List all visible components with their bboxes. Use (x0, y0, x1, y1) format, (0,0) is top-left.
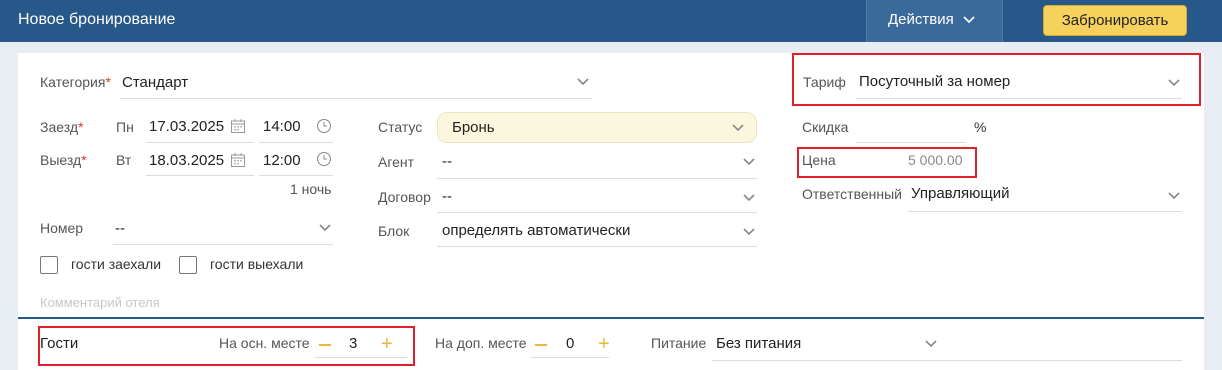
chevron-down-icon[interactable] (1167, 78, 1181, 88)
guests-bar: Гости На осн. месте 3 + На доп. месте 0 … (18, 317, 1204, 370)
extra-place-label: На доп. месте (435, 335, 527, 351)
plus-icon[interactable]: + (598, 334, 610, 354)
calendar-icon[interactable] (230, 152, 246, 168)
contract-label: Договор (378, 189, 431, 205)
minus-icon[interactable] (535, 344, 547, 346)
checkout-label: Выезд* (40, 152, 87, 168)
checkin-date-input[interactable]: 17.03.2025 (149, 118, 224, 135)
status-value: Бронь (452, 119, 495, 136)
extra-place-value[interactable]: 0 (566, 335, 574, 352)
price-label: Цена (802, 152, 836, 168)
guests-label: Гости (40, 335, 79, 352)
guests-checked-in-label: гости заехали (71, 256, 162, 272)
calendar-icon[interactable] (230, 118, 246, 134)
checkin-time-input[interactable]: 14:00 (263, 118, 301, 135)
meals-label: Питание (651, 335, 707, 351)
discount-label: Скидка (802, 119, 849, 135)
chevron-down-icon[interactable] (742, 193, 756, 203)
checkin-weekday: Пн (116, 119, 134, 135)
plus-icon[interactable]: + (381, 334, 393, 354)
chevron-down-icon[interactable] (576, 77, 590, 87)
status-select[interactable]: Бронь (437, 112, 757, 143)
status-label: Статус (378, 119, 423, 135)
room-select[interactable]: -- (115, 220, 125, 237)
actions-label: Действия (888, 11, 954, 28)
chevron-down-icon[interactable] (1167, 191, 1181, 201)
chevron-down-icon[interactable] (924, 339, 938, 349)
hotel-comment-input[interactable]: Комментарий отеля (40, 295, 160, 310)
main-place-label: На осн. месте (219, 335, 310, 351)
block-select[interactable]: определять автоматически (442, 222, 630, 239)
page-title: Новое бронирование (18, 11, 176, 28)
book-button[interactable]: Забронировать (1043, 5, 1187, 36)
responsible-select[interactable]: Управляющий (911, 185, 1010, 202)
tariff-label: Тариф (803, 74, 846, 90)
chevron-down-icon[interactable] (742, 227, 756, 237)
clock-icon[interactable] (316, 118, 332, 134)
clock-icon[interactable] (316, 151, 332, 167)
discount-input[interactable] (856, 142, 966, 143)
chevron-down-icon (962, 15, 976, 25)
tariff-select[interactable]: Посуточный за номер (859, 73, 1010, 90)
discount-unit: % (974, 119, 987, 135)
guests-checked-out-checkbox[interactable] (179, 256, 197, 274)
chevron-down-icon (731, 123, 745, 133)
checkout-weekday: Вт (116, 152, 132, 168)
agent-label: Агент (378, 154, 415, 170)
contract-select[interactable]: -- (442, 188, 452, 205)
minus-icon[interactable] (319, 344, 331, 346)
main-place-value[interactable]: 3 (349, 335, 357, 352)
checkin-label: Заезд* (40, 119, 84, 135)
agent-select[interactable]: -- (442, 153, 452, 170)
actions-dropdown-button[interactable]: Действия (866, 0, 1003, 42)
guests-checked-in-checkbox[interactable] (40, 256, 58, 274)
booking-form-panel: Категория* Стандарт Заезд* Пн 17.03.2025… (18, 53, 1204, 317)
category-select[interactable]: Стандарт (122, 74, 188, 91)
chevron-down-icon[interactable] (318, 223, 332, 233)
room-label: Номер (40, 220, 84, 236)
checkout-time-input[interactable]: 12:00 (263, 152, 301, 169)
meals-select[interactable]: Без питания (716, 335, 801, 352)
guests-checked-out-label: гости выехали (210, 256, 304, 272)
chevron-down-icon[interactable] (742, 157, 756, 167)
header-bar: Новое бронирование Действия Забронироват… (0, 0, 1222, 42)
nights-count: 1 ночь (290, 181, 332, 197)
block-label: Блок (378, 223, 410, 239)
price-value[interactable]: 5 000.00 (908, 152, 963, 168)
responsible-label: Ответственный (802, 186, 902, 202)
checkout-date-input[interactable]: 18.03.2025 (149, 152, 224, 169)
category-label: Категория* (40, 74, 111, 90)
